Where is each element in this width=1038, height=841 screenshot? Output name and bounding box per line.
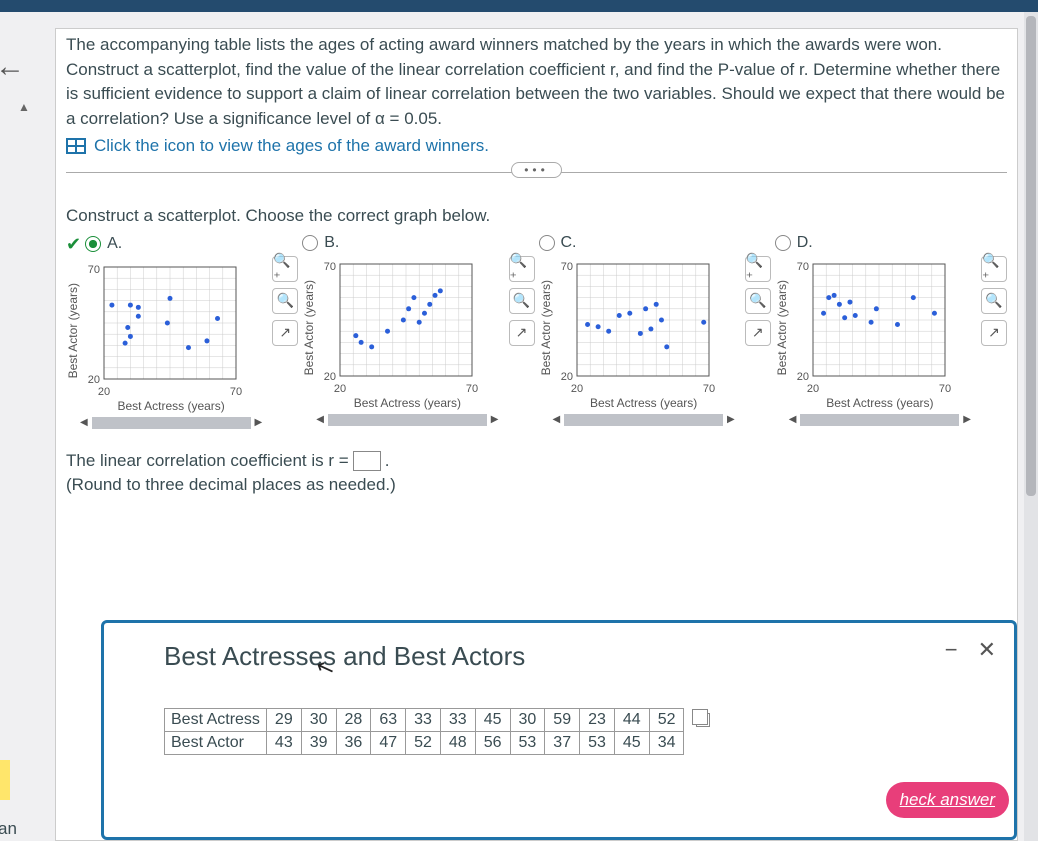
option-label: A. [107, 235, 122, 253]
row-header: Best Actor [165, 732, 267, 755]
section-divider-icon[interactable]: ••• [56, 162, 1017, 178]
scatter-b: 20 70 20 70 [318, 258, 478, 398]
h-scroll[interactable]: ◀▶ [80, 417, 262, 429]
svg-text:70: 70 [324, 261, 336, 273]
radio-b[interactable] [302, 235, 318, 251]
option-c[interactable]: C. Best Actor (years) 20 70 20 70 Best Actr… [539, 234, 771, 426]
collapse-icon[interactable]: ▲ [18, 100, 30, 114]
r-input[interactable] [353, 451, 381, 471]
svg-text:20: 20 [88, 374, 100, 386]
page-scrollbar[interactable] [1024, 12, 1038, 841]
svg-text:20: 20 [560, 371, 572, 383]
svg-text:20: 20 [98, 386, 110, 398]
zoom-in-icon[interactable]: 🔍⁺ [272, 256, 298, 282]
data-modal: − ✕ Best Actresses and Best Actors Best … [101, 620, 1017, 840]
option-d[interactable]: D. Best Actor (years) 20 70 20 70 Best Actr… [775, 234, 1007, 426]
row-header: Best Actress [165, 709, 267, 732]
y-axis-label: Best Actor (years) [302, 280, 316, 375]
popout-icon[interactable]: ↗ [981, 320, 1007, 346]
x-axis-label: Best Actress (years) [316, 396, 498, 410]
scatter-c: 20 70 20 70 [555, 258, 715, 398]
svg-text:70: 70 [560, 261, 572, 273]
back-icon[interactable]: ← [0, 50, 25, 84]
copy-icon[interactable] [696, 713, 710, 727]
h-scroll[interactable]: ◀▶ [789, 414, 971, 426]
option-b[interactable]: B. Best Actor (years) 20 70 20 70 Best Actr… [302, 234, 534, 426]
svg-text:20: 20 [334, 383, 346, 395]
round-note: (Round to three decimal places as needed… [56, 475, 1017, 495]
option-label: B. [324, 234, 339, 252]
y-axis-label: Best Actor (years) [66, 283, 80, 378]
popout-icon[interactable]: ↗ [272, 320, 298, 346]
highlight-strip [0, 760, 10, 800]
zoom-out-icon[interactable]: 🔍 [981, 288, 1007, 314]
zoom-in-icon[interactable]: 🔍⁺ [981, 256, 1007, 282]
x-axis-label: Best Actress (years) [789, 396, 971, 410]
y-axis-label: Best Actor (years) [775, 280, 789, 375]
svg-text:70: 70 [466, 383, 478, 395]
view-data-link[interactable]: Click the icon to view the ages of the a… [94, 136, 489, 156]
h-scroll[interactable]: ◀▶ [316, 414, 498, 426]
table-icon[interactable] [66, 138, 86, 154]
popout-icon[interactable]: ↗ [509, 320, 535, 346]
svg-text:70: 70 [230, 386, 242, 398]
svg-text:20: 20 [797, 371, 809, 383]
h-scroll[interactable]: ◀▶ [553, 414, 735, 426]
svg-text:70: 70 [88, 264, 100, 276]
svg-text:20: 20 [324, 371, 336, 383]
y-axis-label: Best Actor (years) [539, 280, 553, 375]
option-label: C. [561, 234, 577, 252]
table-row: Best Actor 433936475248565337534534 [165, 732, 719, 755]
scatter-prompt: Construct a scatterplot. Choose the corr… [56, 178, 1017, 234]
option-label: D. [797, 234, 813, 252]
data-table: Best Actress 293028633333453059234452 Be… [164, 708, 719, 755]
option-row: ✔ A. Best Actor (years) 20 70 20 70 Best Act… [56, 234, 1017, 429]
radio-d[interactable] [775, 235, 791, 251]
radio-a[interactable] [85, 236, 101, 252]
svg-text:70: 70 [702, 383, 714, 395]
zoom-out-icon[interactable]: 🔍 [745, 288, 771, 314]
modal-title: Best Actresses and Best Actors [164, 641, 984, 672]
option-a[interactable]: ✔ A. Best Actor (years) 20 70 20 70 Best Act… [66, 234, 298, 429]
text-fragment: an [0, 819, 17, 839]
x-axis-label: Best Actress (years) [80, 399, 262, 413]
svg-text:70: 70 [939, 383, 951, 395]
radio-c[interactable] [539, 235, 555, 251]
question-panel: The accompanying table lists the ages of… [55, 28, 1018, 841]
svg-text:70: 70 [797, 261, 809, 273]
check-answer-button[interactable]: heck answer [886, 782, 1009, 818]
zoom-out-icon[interactable]: 🔍 [272, 288, 298, 314]
minimize-icon[interactable]: − [945, 637, 958, 663]
r-sentence-pre: The linear correlation coefficient is r … [66, 451, 349, 471]
checkmark-icon: ✔ [66, 234, 81, 255]
zoom-in-icon[interactable]: 🔍⁺ [745, 256, 771, 282]
scatter-d: 20 70 20 70 [791, 258, 951, 398]
svg-text:20: 20 [570, 383, 582, 395]
r-sentence-post: . [385, 451, 390, 471]
popout-icon[interactable]: ↗ [745, 320, 771, 346]
zoom-in-icon[interactable]: 🔍⁺ [509, 256, 535, 282]
x-axis-label: Best Actress (years) [553, 396, 735, 410]
table-row: Best Actress 293028633333453059234452 [165, 709, 719, 732]
zoom-out-icon[interactable]: 🔍 [509, 288, 535, 314]
close-icon[interactable]: ✕ [978, 637, 996, 663]
question-text: The accompanying table lists the ages of… [56, 29, 1017, 132]
scatter-a: 20 70 20 70 [82, 261, 242, 401]
svg-text:20: 20 [807, 383, 819, 395]
